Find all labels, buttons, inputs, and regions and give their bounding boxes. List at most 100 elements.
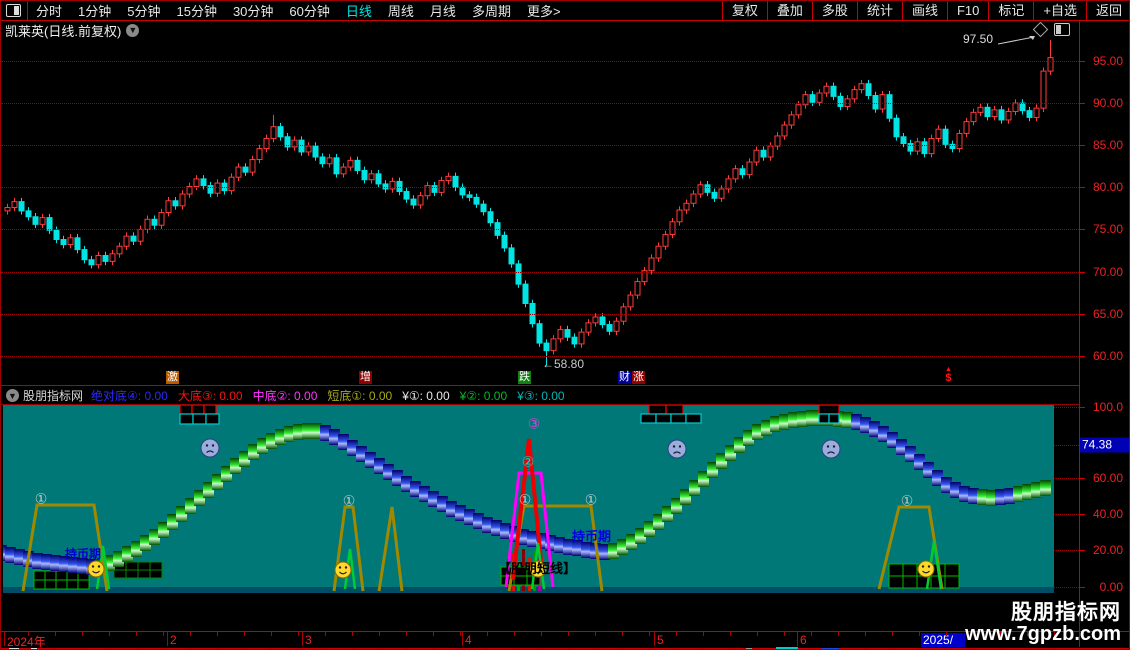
candle-body[interactable] [788, 114, 795, 126]
candle-body[interactable] [592, 316, 599, 324]
candle-body[interactable] [158, 212, 165, 226]
candle-body[interactable] [102, 255, 109, 262]
candle-body[interactable] [1019, 102, 1026, 112]
candle-body[interactable] [375, 173, 382, 185]
candle-body[interactable] [515, 263, 522, 285]
candle-body[interactable] [578, 331, 585, 345]
candle-body[interactable] [109, 253, 116, 262]
candle-body[interactable] [613, 320, 620, 332]
candle-body[interactable] [445, 175, 452, 182]
candle-body[interactable] [137, 228, 144, 242]
candle-body[interactable] [1047, 57, 1054, 72]
candle-body[interactable] [277, 126, 284, 138]
candle-body[interactable] [634, 281, 641, 296]
candle-body[interactable] [32, 216, 39, 225]
candle-body[interactable] [235, 166, 242, 178]
candle-body[interactable] [627, 294, 634, 308]
candle-body[interactable] [4, 207, 11, 212]
candle-body[interactable] [179, 193, 186, 207]
candle-body[interactable] [956, 132, 963, 150]
candle-body[interactable] [60, 239, 67, 246]
candle-body[interactable] [74, 237, 81, 251]
candle-body[interactable] [662, 233, 669, 247]
candle-body[interactable] [837, 95, 844, 107]
candle-body[interactable] [459, 186, 466, 196]
candle-body[interactable] [1033, 107, 1040, 118]
candle-body[interactable] [193, 178, 200, 187]
candle-body[interactable] [858, 83, 865, 91]
candle-body[interactable] [550, 338, 557, 352]
candle-body[interactable] [914, 141, 921, 152]
candle-body[interactable] [347, 159, 354, 168]
candle-body[interactable] [88, 259, 95, 266]
candle-body[interactable] [921, 141, 928, 155]
candle-body[interactable] [11, 201, 18, 209]
candle-body[interactable] [585, 322, 592, 333]
candle-body[interactable] [25, 210, 32, 218]
candle-body[interactable] [893, 117, 900, 138]
candle-body[interactable] [361, 169, 368, 181]
candle-body[interactable] [718, 188, 725, 199]
candle-body[interactable] [984, 106, 991, 118]
candle-body[interactable] [144, 218, 151, 230]
candle-body[interactable] [480, 203, 487, 213]
candle-body[interactable] [536, 323, 543, 344]
candle-body[interactable] [95, 255, 102, 266]
candle-body[interactable] [165, 200, 172, 214]
candle-body[interactable] [228, 176, 235, 192]
candle-body[interactable] [998, 109, 1005, 121]
candle-body[interactable] [473, 196, 480, 205]
candle-body[interactable] [648, 257, 655, 272]
candle-body[interactable] [697, 184, 704, 195]
candle-body[interactable] [606, 324, 613, 332]
candle-body[interactable] [564, 329, 571, 338]
candle-body[interactable] [18, 201, 25, 212]
candle-body[interactable] [340, 166, 347, 175]
candle-body[interactable] [116, 245, 123, 255]
candle-body[interactable] [760, 149, 767, 158]
candle-body[interactable] [368, 173, 375, 181]
candle-body[interactable] [823, 85, 830, 94]
candle-body[interactable] [543, 342, 550, 352]
candle-body[interactable] [522, 283, 529, 304]
candle-body[interactable] [557, 329, 564, 340]
candle-body[interactable] [326, 157, 333, 165]
candle-body[interactable] [130, 235, 137, 242]
candle-body[interactable] [830, 85, 837, 97]
candle-body[interactable] [900, 136, 907, 145]
candle-body[interactable] [403, 191, 410, 200]
candle-body[interactable] [123, 235, 130, 247]
candle-body[interactable] [732, 168, 739, 180]
candle-body[interactable] [977, 106, 984, 113]
candle-body[interactable] [249, 159, 256, 173]
candle-body[interactable] [1012, 102, 1019, 113]
candle-body[interactable] [865, 83, 872, 97]
candle-body[interactable] [942, 128, 949, 145]
candle-body[interactable] [795, 104, 802, 116]
candle-body[interactable] [256, 148, 263, 161]
candle-body[interactable] [501, 234, 508, 249]
candle-body[interactable] [270, 126, 277, 139]
candle-body[interactable] [333, 157, 340, 175]
candle-body[interactable] [809, 94, 816, 103]
candle-body[interactable] [935, 128, 942, 139]
candle-body[interactable] [46, 217, 53, 231]
candle-body[interactable] [452, 175, 459, 188]
candle-body[interactable] [1005, 111, 1012, 121]
candle-body[interactable] [991, 109, 998, 118]
candle-body[interactable] [39, 217, 46, 225]
candle-body[interactable] [970, 111, 977, 123]
candle-body[interactable] [683, 202, 690, 211]
candle-body[interactable] [816, 92, 823, 103]
candle-body[interactable] [690, 193, 697, 204]
candle-body[interactable] [767, 145, 774, 158]
candle-body[interactable] [1026, 110, 1033, 118]
candle-body[interactable] [704, 184, 711, 193]
candle-body[interactable] [466, 194, 473, 198]
candle-body[interactable] [746, 161, 753, 176]
candle-body[interactable] [879, 94, 886, 110]
candle-body[interactable] [963, 121, 970, 134]
candle-body[interactable] [242, 166, 249, 173]
candle-body[interactable] [81, 249, 88, 261]
candle-body[interactable] [263, 137, 270, 150]
